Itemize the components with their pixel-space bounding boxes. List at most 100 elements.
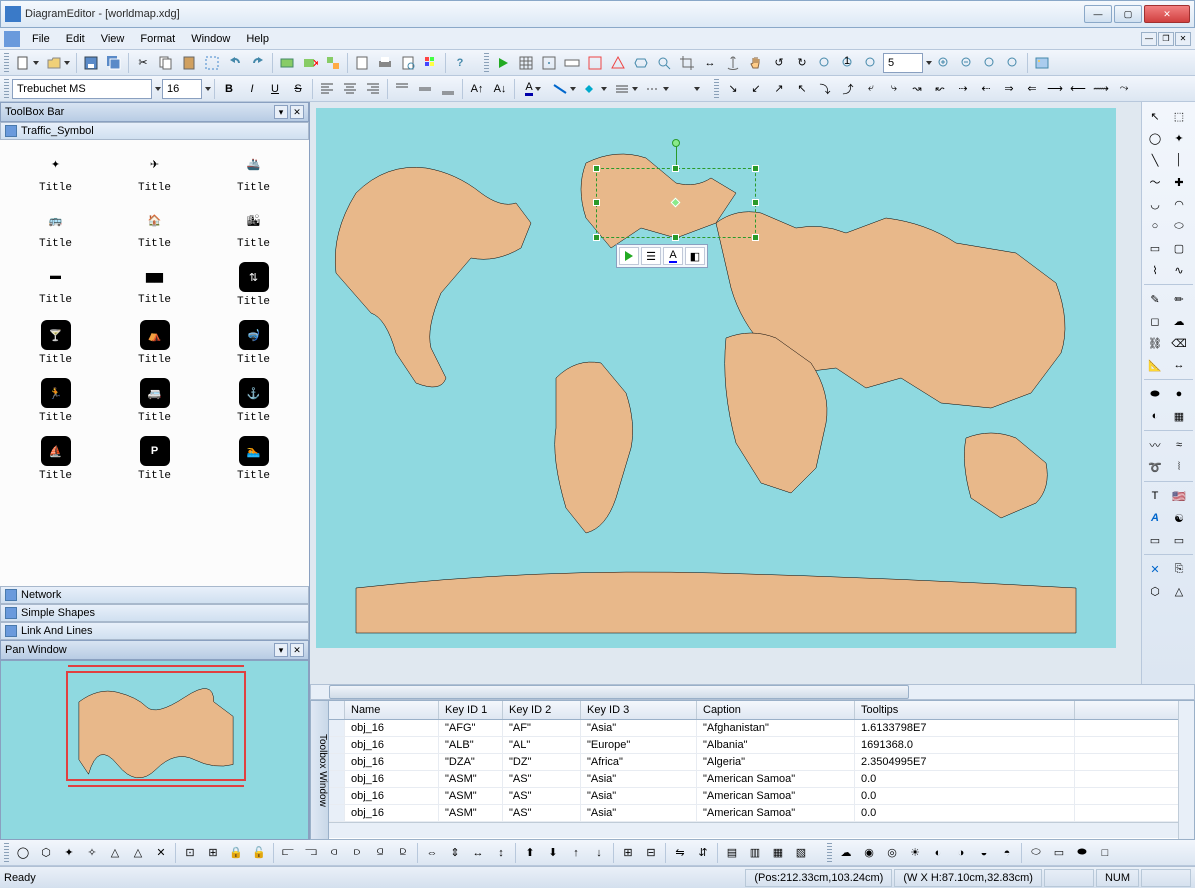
symbol-drink[interactable]: 🍸Title (8, 318, 103, 368)
vline-tool[interactable]: │ (1168, 150, 1190, 170)
symbol-ship[interactable]: 🚢Title (206, 148, 301, 196)
toolbar-grip-2[interactable] (484, 53, 489, 73)
menu-format[interactable]: Format (132, 31, 183, 47)
effect-9[interactable]: ⬭ (1025, 842, 1047, 864)
float-fill-button[interactable]: ◧ (685, 247, 705, 265)
align-bottom-button[interactable] (437, 78, 459, 100)
float-play-button[interactable] (619, 247, 639, 265)
connector-7-button[interactable]: ⤶ (860, 78, 882, 100)
table-row[interactable]: obj_16"ALB""AL""Europe""Albania"1691368.… (329, 737, 1178, 754)
table-row[interactable]: obj_16"DZA""DZ""Africa""Algeria"2.350499… (329, 754, 1178, 771)
group-button[interactable] (322, 52, 344, 74)
bring-forward[interactable]: ↑ (565, 842, 587, 864)
line-dash-button[interactable] (642, 78, 672, 100)
snap-button[interactable] (538, 52, 560, 74)
shape-tool-4[interactable]: ✧ (81, 842, 103, 864)
oval-fill-tool[interactable]: ⬬ (1144, 384, 1166, 404)
minimize-button[interactable]: — (1084, 5, 1112, 23)
pattern-tool[interactable]: ▦ (1168, 406, 1190, 426)
toolbox-menu-button[interactable]: ▾ (274, 105, 288, 119)
toolbar-grip[interactable] (4, 53, 9, 73)
menu-edit[interactable]: Edit (58, 31, 93, 47)
mdi-restore-button[interactable]: ❐ (1158, 32, 1174, 46)
symbol-monitor[interactable]: ▆▆Title (107, 260, 202, 310)
symbol-camping[interactable]: ⛺Title (107, 318, 202, 368)
crop-button[interactable] (676, 52, 698, 74)
arrange-2[interactable]: ⊞ (202, 842, 224, 864)
gradient-button[interactable] (673, 78, 703, 100)
eraser-tool[interactable]: ⌫ (1168, 333, 1190, 353)
col-name[interactable]: Name (345, 701, 439, 719)
ruler-button[interactable] (561, 52, 583, 74)
color-palette-button[interactable] (420, 52, 442, 74)
toolbox-close-button[interactable]: ✕ (290, 105, 304, 119)
symbol-bus[interactable]: 🚌Title (8, 204, 103, 252)
same-width[interactable]: ↔ (467, 842, 489, 864)
toolbar-grip-4[interactable] (714, 79, 719, 99)
align-middle-button[interactable] (414, 78, 436, 100)
connector-9-button[interactable]: ↝ (906, 78, 928, 100)
effect-7[interactable]: ◒ (973, 842, 995, 864)
font-family-combo[interactable]: Trebuchet MS (12, 79, 152, 99)
freehand-tool[interactable]: ✎ (1144, 289, 1166, 309)
decrease-font-button[interactable]: A↓ (489, 78, 511, 100)
select-all-button[interactable] (201, 52, 223, 74)
cut-button[interactable]: ✂ (132, 52, 154, 74)
pan-menu-button[interactable]: ▾ (274, 643, 288, 657)
zoom-actual-button[interactable]: 1 (837, 52, 859, 74)
data-grid[interactable]: Name Key ID 1 Key ID 2 Key ID 3 Caption … (329, 701, 1178, 839)
connector-8-button[interactable]: ⤷ (883, 78, 905, 100)
flip-v[interactable]: ⇵ (692, 842, 714, 864)
page-setup-button[interactable] (351, 52, 373, 74)
callout-tool[interactable]: ◻ (1144, 311, 1166, 331)
selection-outline[interactable] (596, 168, 756, 238)
rect-tool[interactable]: ▭ (1144, 238, 1166, 258)
effect-5[interactable]: ◐ (927, 842, 949, 864)
open-button[interactable] (43, 52, 73, 74)
col-keyid2[interactable]: Key ID 2 (503, 701, 581, 719)
print-preview-button[interactable] (397, 52, 419, 74)
symbol-swimming[interactable]: 🏊Title (206, 434, 301, 484)
layer-2[interactable]: ▥ (744, 842, 766, 864)
float-text-color-button[interactable]: A (663, 247, 683, 265)
shape-tool-5[interactable]: △ (104, 842, 126, 864)
arc2-tool[interactable]: ◠ (1168, 194, 1190, 214)
undo-button[interactable] (224, 52, 246, 74)
wave2-tool[interactable]: ≈ (1168, 435, 1190, 455)
connector-4-button[interactable]: ↖ (791, 78, 813, 100)
frame-tool[interactable]: ▭ (1168, 530, 1190, 550)
symbol-elevator[interactable]: ⇅Title (206, 260, 301, 310)
font-color-button[interactable]: A (518, 78, 548, 100)
zoom-value-input[interactable] (883, 53, 923, 73)
symbol-anchor[interactable]: ⚓Title (206, 376, 301, 426)
connector-14-button[interactable]: ⇐ (1021, 78, 1043, 100)
spiral-tool[interactable]: ➰ (1144, 457, 1166, 477)
menu-view[interactable]: View (93, 31, 133, 47)
connector-2-button[interactable]: ↙ (745, 78, 767, 100)
data-grid-tab[interactable]: Toolbox Window (311, 701, 329, 839)
col-keyid1[interactable]: Key ID 1 (439, 701, 503, 719)
grid-button[interactable] (515, 52, 537, 74)
layer-1[interactable]: ▤ (721, 842, 743, 864)
hexagon-tool-button[interactable] (630, 52, 652, 74)
shape-tool-1[interactable]: ◯ (12, 842, 34, 864)
font-size-combo[interactable]: 16 (162, 79, 202, 99)
delete-shape-button[interactable]: ✕ (299, 52, 321, 74)
zoom-area-button[interactable] (653, 52, 675, 74)
anchor-button[interactable] (722, 52, 744, 74)
insert-shape-button[interactable] (276, 52, 298, 74)
toolbox-category-simple-shapes[interactable]: Simple Shapes (0, 604, 309, 622)
distribute-h[interactable]: ⇔ (421, 842, 443, 864)
node-tool[interactable]: ✦ (1168, 128, 1190, 148)
fill-color-button[interactable] (580, 78, 610, 100)
shape-tool-3[interactable]: ✦ (58, 842, 80, 864)
symbol-diving[interactable]: 🤿Title (206, 318, 301, 368)
effect-1[interactable]: ☁ (835, 842, 857, 864)
table-row[interactable]: obj_16"AFG""AF""Asia""Afghanistan"1.6133… (329, 720, 1178, 737)
zoom-page-button[interactable] (860, 52, 882, 74)
rotate-right-button[interactable]: ↻ (791, 52, 813, 74)
symbol-running[interactable]: 🏃Title (8, 376, 103, 426)
effect-6[interactable]: ◑ (950, 842, 972, 864)
ellipse-tool[interactable]: ⬭ (1168, 216, 1190, 236)
canvas-hscrollbar[interactable] (310, 684, 1195, 700)
